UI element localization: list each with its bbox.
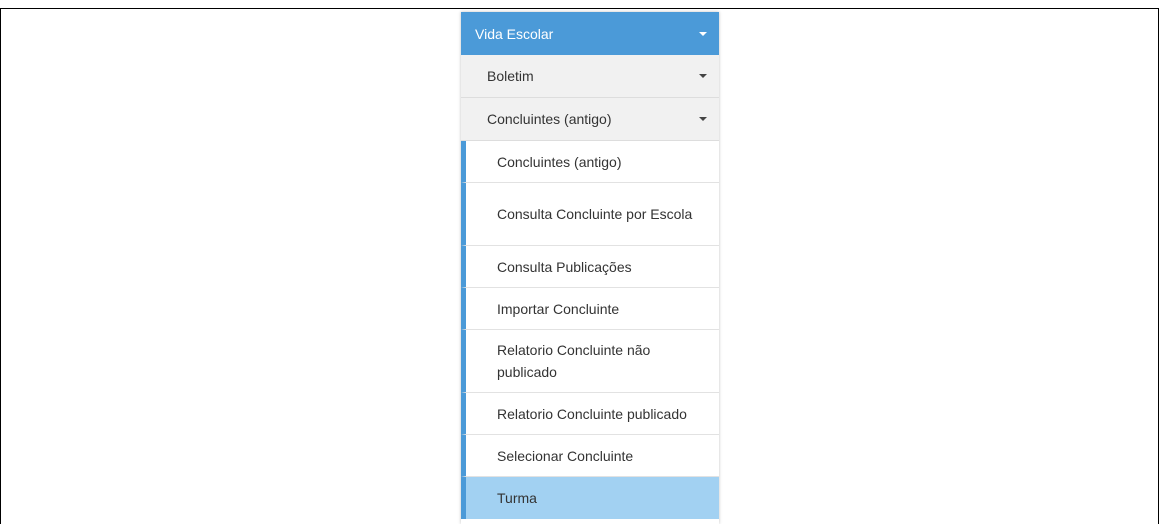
menu-item-consulta-publicacoes[interactable]: Consulta Publicações <box>461 246 719 288</box>
menu-item-label: Relatorio Concluinte não publicado <box>497 342 651 380</box>
menu-item-label: Importar Concluinte <box>497 300 620 317</box>
menu-item-consulta-concluinte-por-escola[interactable]: Consulta Concluinte por Escola <box>461 183 719 246</box>
caret-down-icon <box>699 31 707 36</box>
caret-down-icon <box>699 74 707 78</box>
menu-item-relatorio-concluinte-publicado[interactable]: Relatorio Concluinte publicado <box>461 393 719 435</box>
menu-item-label: Concluintes (antigo) <box>497 153 622 170</box>
menu-item-selecionar-concluinte[interactable]: Selecionar Concluinte <box>461 435 719 477</box>
caret-down-icon <box>699 117 707 121</box>
menu-title: Vida Escolar <box>475 25 554 42</box>
menu-item-relatorio-concluinte-nao-publicado[interactable]: Relatorio Concluinte não publicado <box>461 330 719 393</box>
submenu-label: Boletim <box>487 68 534 84</box>
menu-item-label: Consulta Publicações <box>497 258 632 275</box>
menu-vida-escolar[interactable]: Vida Escolar <box>461 12 719 55</box>
menu-item-label: Relatorio Concluinte publicado <box>497 405 687 422</box>
menu-item-concluintes-antigo[interactable]: Concluintes (antigo) <box>461 141 719 183</box>
submenu-concluintes-antigo[interactable]: Concluintes (antigo) <box>461 98 719 141</box>
menu-item-label: Consulta Concluinte por Escola <box>497 206 693 222</box>
menu-item-label: Turma <box>497 490 537 506</box>
submenu-label: Concluintes (antigo) <box>487 111 612 127</box>
menu-item-importar-concluinte[interactable]: Importar Concluinte <box>461 288 719 330</box>
submenu-boletim[interactable]: Boletim <box>461 55 719 98</box>
menu-item-label: Selecionar Concluinte <box>497 447 634 464</box>
menu-item-turma[interactable]: Turma <box>461 477 719 519</box>
side-menu: Vida Escolar Boletim Concluintes (antigo… <box>461 12 719 524</box>
